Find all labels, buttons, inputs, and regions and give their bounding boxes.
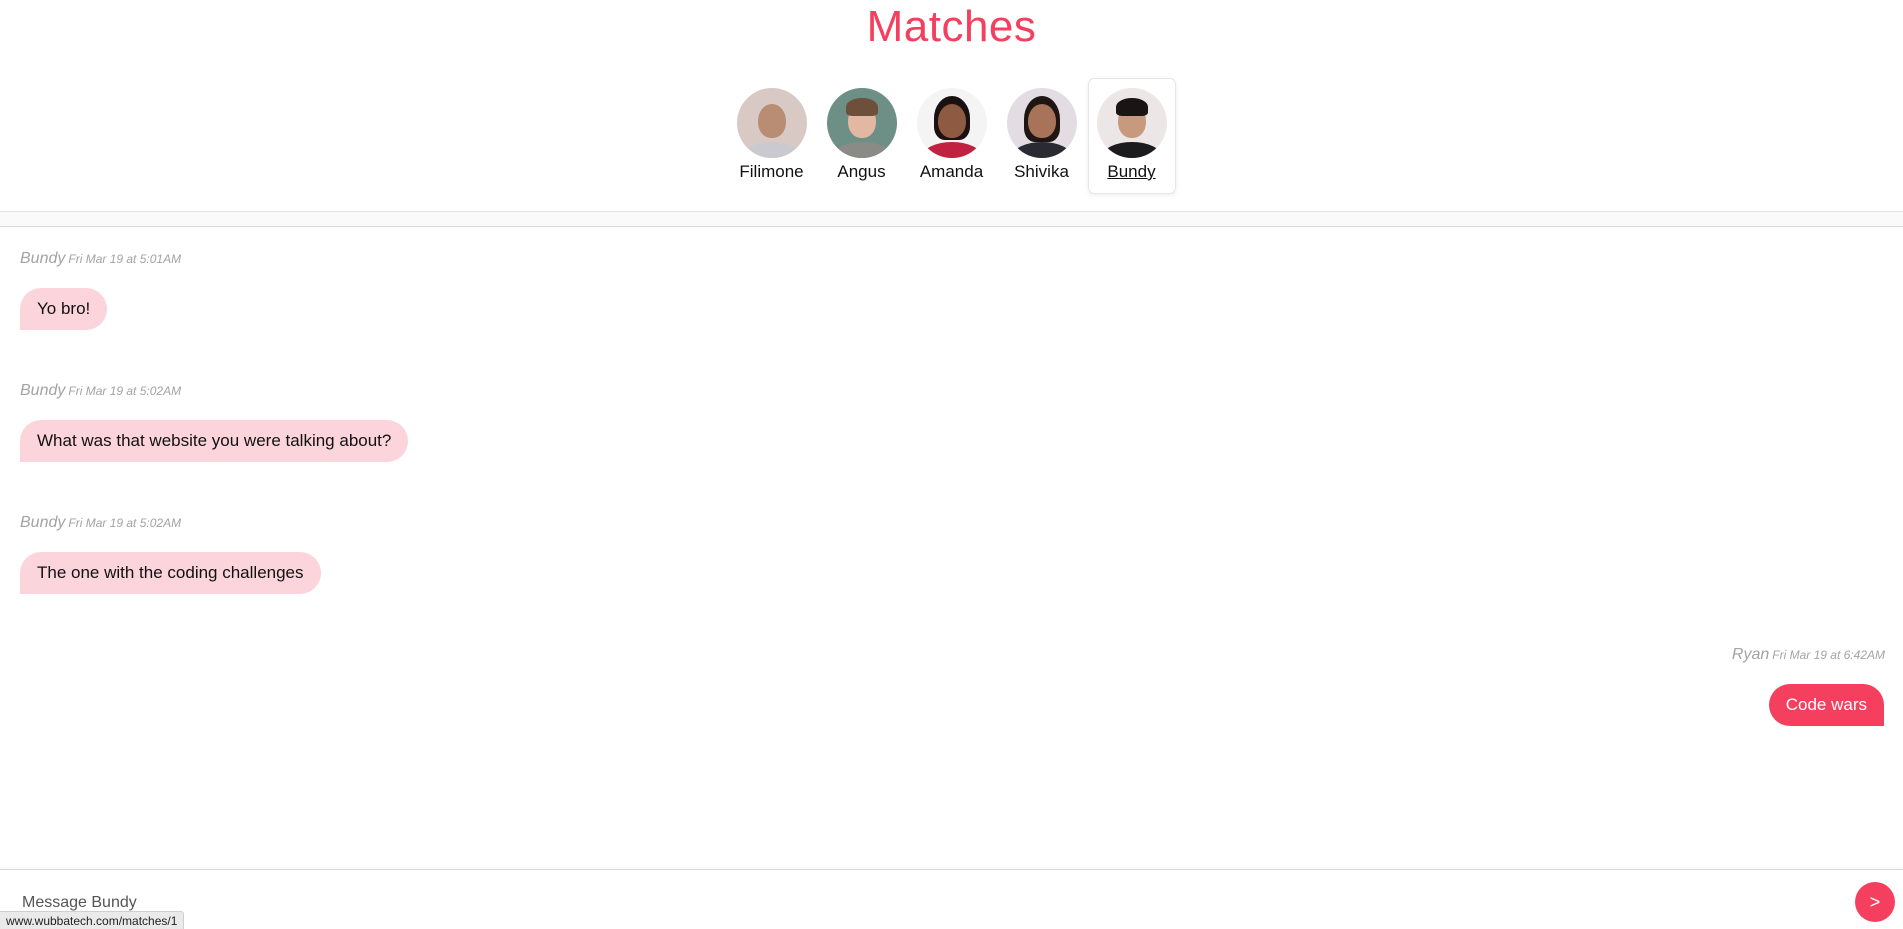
match-name: Shivika xyxy=(1014,162,1069,181)
message-bubble: What was that website you were talking a… xyxy=(20,420,409,462)
avatar xyxy=(1006,88,1077,158)
message-time: Fri Mar 19 at 5:02AM xyxy=(68,384,182,398)
message-input[interactable] xyxy=(20,890,1824,916)
divider xyxy=(0,211,1903,227)
message-time: Fri Mar 19 at 5:01AM xyxy=(68,252,182,266)
avatar xyxy=(916,88,987,158)
message-meta: Bundy Fri Mar 19 at 5:01AM xyxy=(20,250,181,268)
match-bundy[interactable]: Bundy xyxy=(1087,78,1176,194)
page-title: Matches xyxy=(866,2,1037,51)
message-time: Fri Mar 19 at 6:42AM xyxy=(1772,648,1885,662)
match-shivika[interactable]: Shivika xyxy=(998,78,1086,194)
match-name: Angus xyxy=(837,162,886,181)
send-button[interactable]: > xyxy=(1855,882,1895,922)
message-meta: Ryan Fri Mar 19 at 6:42AM xyxy=(1732,646,1885,664)
avatar xyxy=(826,88,897,158)
message-bubble: The one with the coding challenges xyxy=(20,552,321,594)
chat-page: Matches Filimone Angus Amanda Shivika Bu… xyxy=(0,0,1903,929)
matches-list: Filimone Angus Amanda Shivika Bundy xyxy=(0,78,1903,194)
avatar xyxy=(736,88,807,158)
match-amanda[interactable]: Amanda xyxy=(908,78,996,194)
message-time: Fri Mar 19 at 5:02AM xyxy=(68,516,182,530)
message-sender: Bundy xyxy=(20,250,66,267)
match-name: Amanda xyxy=(919,162,984,181)
message-sender: Bundy xyxy=(20,382,66,399)
avatar xyxy=(1096,88,1167,158)
match-name: Bundy xyxy=(1107,162,1156,181)
match-name: Filimone xyxy=(739,162,804,181)
status-bar-url: www.wubbatech.com/matches/1 xyxy=(0,911,185,929)
message-bubble: Code wars xyxy=(1768,684,1884,726)
message-meta: Bundy Fri Mar 19 at 5:02AM xyxy=(20,514,181,532)
send-arrow-icon: > xyxy=(1869,892,1881,912)
message-sender: Bundy xyxy=(20,514,66,531)
message-bubble: Yo bro! xyxy=(20,288,108,330)
message-composer: > xyxy=(0,869,1903,929)
match-filimone[interactable]: Filimone xyxy=(728,78,816,194)
message-sender: Ryan xyxy=(1731,646,1770,663)
message-meta: Bundy Fri Mar 19 at 5:02AM xyxy=(20,382,181,400)
match-angus[interactable]: Angus xyxy=(818,78,906,194)
